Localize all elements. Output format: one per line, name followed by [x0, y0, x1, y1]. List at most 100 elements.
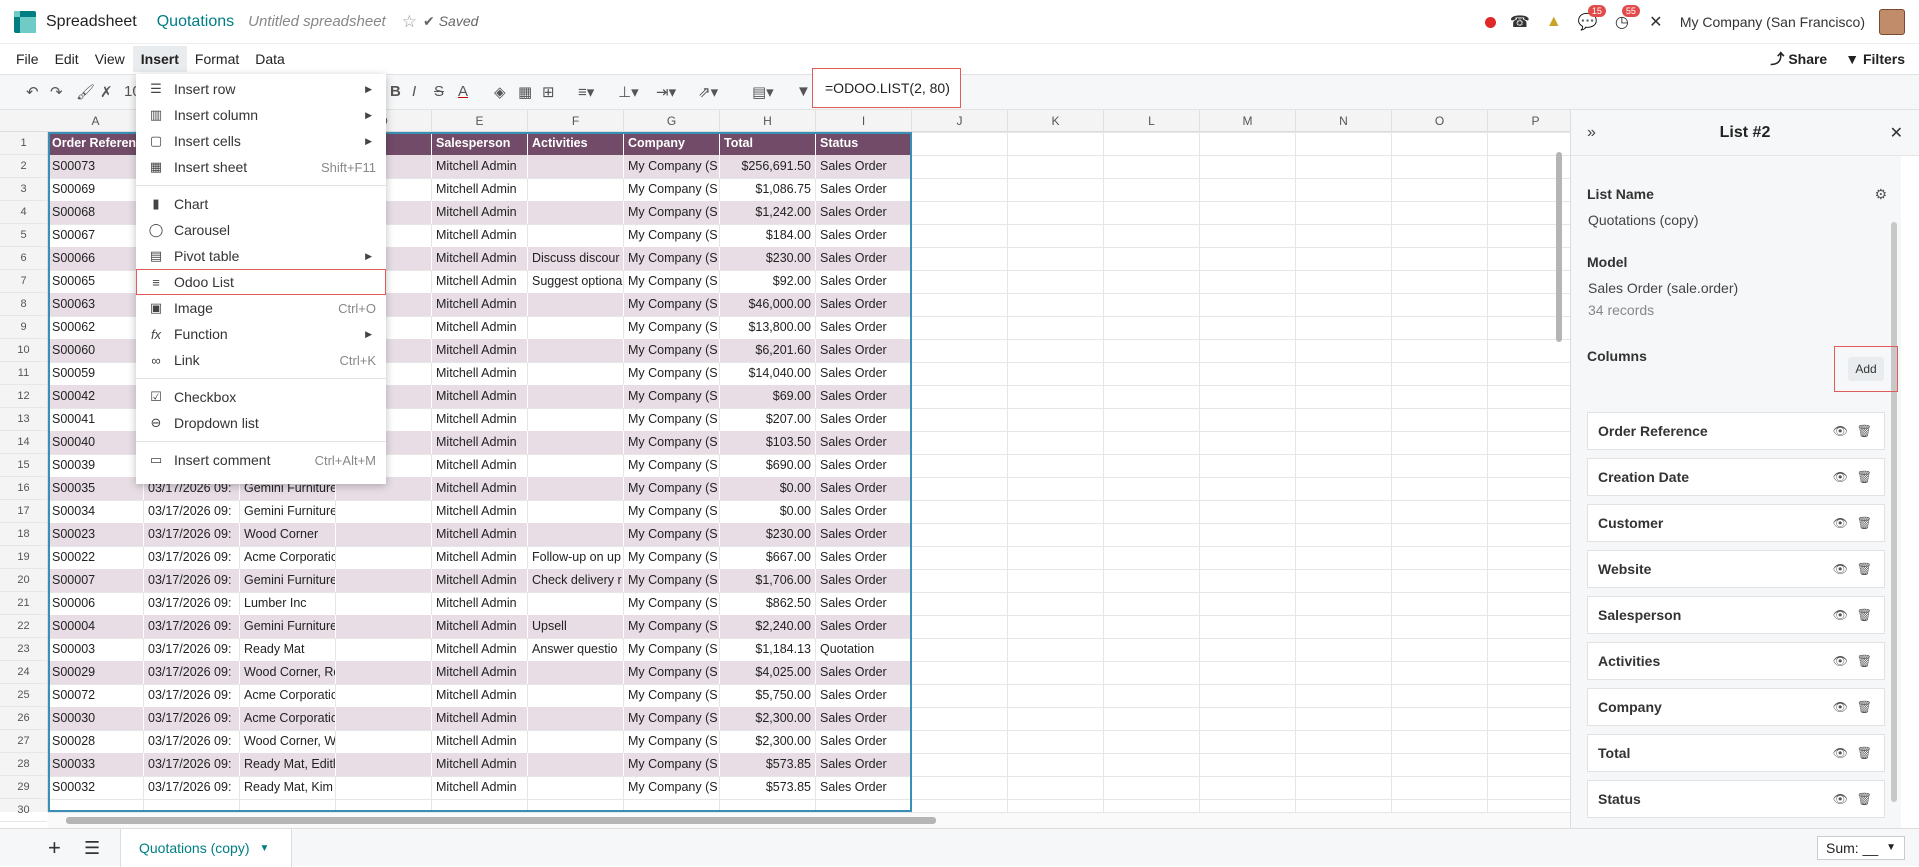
- menu-image[interactable]: ▣ Image Ctrl+O: [136, 295, 386, 321]
- table-cell[interactable]: S00032: [48, 776, 144, 799]
- table-cell[interactable]: Order Reference: [48, 132, 144, 155]
- table-cell[interactable]: Mitchell Admin: [432, 730, 528, 753]
- table-cell[interactable]: 03/17/2026 09:: [144, 684, 240, 707]
- table-cell[interactable]: [528, 661, 624, 684]
- table-cell[interactable]: Sales Order: [816, 385, 912, 408]
- table-cell[interactable]: $573.85: [720, 753, 816, 776]
- trash-icon[interactable]: 🗑: [1857, 516, 1872, 530]
- table-cell[interactable]: $14,040.00: [720, 362, 816, 385]
- sheet-tab[interactable]: Quotations (copy) ▼: [120, 829, 292, 867]
- eye-icon[interactable]: 👁: [1833, 700, 1848, 714]
- table-cell[interactable]: $6,201.60: [720, 339, 816, 362]
- formula-bar[interactable]: =ODOO.LIST(2, 80): [812, 68, 961, 108]
- table-cell[interactable]: My Company (S: [624, 178, 720, 201]
- table-cell[interactable]: 03/17/2026 09:: [144, 592, 240, 615]
- table-cell[interactable]: Mitchell Admin: [432, 385, 528, 408]
- column-header[interactable]: N: [1296, 110, 1392, 132]
- spreadsheet-logo-icon[interactable]: [14, 10, 36, 33]
- table-cell[interactable]: My Company (S: [624, 454, 720, 477]
- table-cell[interactable]: [336, 592, 432, 615]
- column-header[interactable]: O: [1392, 110, 1488, 132]
- table-cell[interactable]: [528, 408, 624, 431]
- table-cell[interactable]: My Company (S: [624, 592, 720, 615]
- table-cell[interactable]: Sales Order: [816, 201, 912, 224]
- column-header[interactable]: J: [912, 110, 1008, 132]
- table-cell[interactable]: Wood Corner: [240, 523, 336, 546]
- row-header[interactable]: 1: [0, 132, 47, 155]
- text-color-icon[interactable]: A: [458, 83, 468, 100]
- table-cell[interactable]: Sales Order: [816, 592, 912, 615]
- column-item[interactable]: Total 👁 🗑: [1587, 734, 1885, 772]
- table-cell[interactable]: Gemini Furniture: [240, 569, 336, 592]
- table-cell[interactable]: Sales Order: [816, 730, 912, 753]
- table-cell[interactable]: $207.00: [720, 408, 816, 431]
- borders-icon[interactable]: ▦: [518, 83, 532, 101]
- table-cell[interactable]: Ready Mat, Editl: [240, 753, 336, 776]
- eye-icon[interactable]: 👁: [1833, 562, 1848, 576]
- list-name-value[interactable]: Quotations (copy): [1588, 212, 1699, 228]
- table-cell[interactable]: [528, 523, 624, 546]
- table-cell[interactable]: [528, 224, 624, 247]
- table-row[interactable]: S00030 03/17/2026 09: Acme Corporatio Mitch…: [48, 707, 912, 730]
- add-column-button[interactable]: Add: [1848, 357, 1884, 381]
- table-cell[interactable]: My Company (S: [624, 385, 720, 408]
- menu-format[interactable]: Format: [187, 46, 247, 72]
- table-cell[interactable]: $2,300.00: [720, 730, 816, 753]
- table-cell[interactable]: [528, 500, 624, 523]
- table-cell[interactable]: Mitchell Admin: [432, 546, 528, 569]
- table-cell[interactable]: [528, 454, 624, 477]
- table-cell[interactable]: Mitchell Admin: [432, 477, 528, 500]
- table-cell[interactable]: [528, 753, 624, 776]
- table-row[interactable]: S00028 03/17/2026 09: Wood Corner, W Mitche…: [48, 730, 912, 753]
- table-cell[interactable]: S00067: [48, 224, 144, 247]
- strikethrough-icon[interactable]: S: [434, 83, 444, 100]
- table-row[interactable]: S00007 03/17/2026 09: Gemini Furniture Mitc…: [48, 569, 912, 592]
- column-item[interactable]: Company 👁 🗑: [1587, 688, 1885, 726]
- row-header[interactable]: 14: [0, 431, 47, 454]
- trash-icon[interactable]: 🗑: [1857, 700, 1872, 714]
- column-header[interactable]: I: [816, 110, 912, 132]
- row-header[interactable]: 6: [0, 247, 47, 270]
- table-cell[interactable]: [528, 385, 624, 408]
- table-cell[interactable]: Sales Order: [816, 707, 912, 730]
- eye-icon[interactable]: 👁: [1833, 516, 1848, 530]
- table-cell[interactable]: Sales Order: [816, 339, 912, 362]
- row-header[interactable]: 22: [0, 615, 47, 638]
- table-cell[interactable]: [336, 500, 432, 523]
- table-cell[interactable]: [528, 592, 624, 615]
- vertical-scrollbar[interactable]: [1556, 152, 1562, 342]
- row-header[interactable]: 24: [0, 661, 47, 684]
- table-cell[interactable]: [528, 707, 624, 730]
- row-header[interactable]: 5: [0, 224, 47, 247]
- table-cell[interactable]: $2,240.00: [720, 615, 816, 638]
- table-cell[interactable]: [528, 201, 624, 224]
- table-cell[interactable]: [528, 316, 624, 339]
- vertical-align-icon[interactable]: ⊥▾: [618, 83, 639, 101]
- table-cell[interactable]: My Company (S: [624, 431, 720, 454]
- column-item[interactable]: Order Reference 👁 🗑: [1587, 412, 1885, 450]
- row-header[interactable]: 4: [0, 201, 47, 224]
- table-cell[interactable]: 03/17/2026 09:: [144, 730, 240, 753]
- row-header[interactable]: 20: [0, 569, 47, 592]
- trash-icon[interactable]: 🗑: [1857, 608, 1872, 622]
- table-cell[interactable]: $667.00: [720, 546, 816, 569]
- column-header[interactable]: E: [432, 110, 528, 132]
- table-cell[interactable]: Acme Corporatio: [240, 684, 336, 707]
- table-cell[interactable]: My Company (S: [624, 316, 720, 339]
- row-header[interactable]: 19: [0, 546, 47, 569]
- ai-assistant-icon[interactable]: ▲: [1544, 12, 1564, 32]
- table-cell[interactable]: Ready Mat, Kim: [240, 776, 336, 799]
- row-header[interactable]: 12: [0, 385, 47, 408]
- table-cell[interactable]: Sales Order: [816, 684, 912, 707]
- row-header[interactable]: 11: [0, 362, 47, 385]
- table-cell[interactable]: Sales Order: [816, 776, 912, 799]
- collapse-panel-icon[interactable]: »: [1587, 124, 1596, 142]
- table-cell[interactable]: [528, 293, 624, 316]
- trash-icon[interactable]: 🗑: [1857, 654, 1872, 668]
- table-cell[interactable]: S00004: [48, 615, 144, 638]
- menu-odoo-list[interactable]: ≡ Odoo List: [136, 269, 386, 295]
- row-header[interactable]: 16: [0, 477, 47, 500]
- column-item[interactable]: Activities 👁 🗑: [1587, 642, 1885, 680]
- menu-data[interactable]: Data: [247, 46, 293, 72]
- table-cell[interactable]: [336, 684, 432, 707]
